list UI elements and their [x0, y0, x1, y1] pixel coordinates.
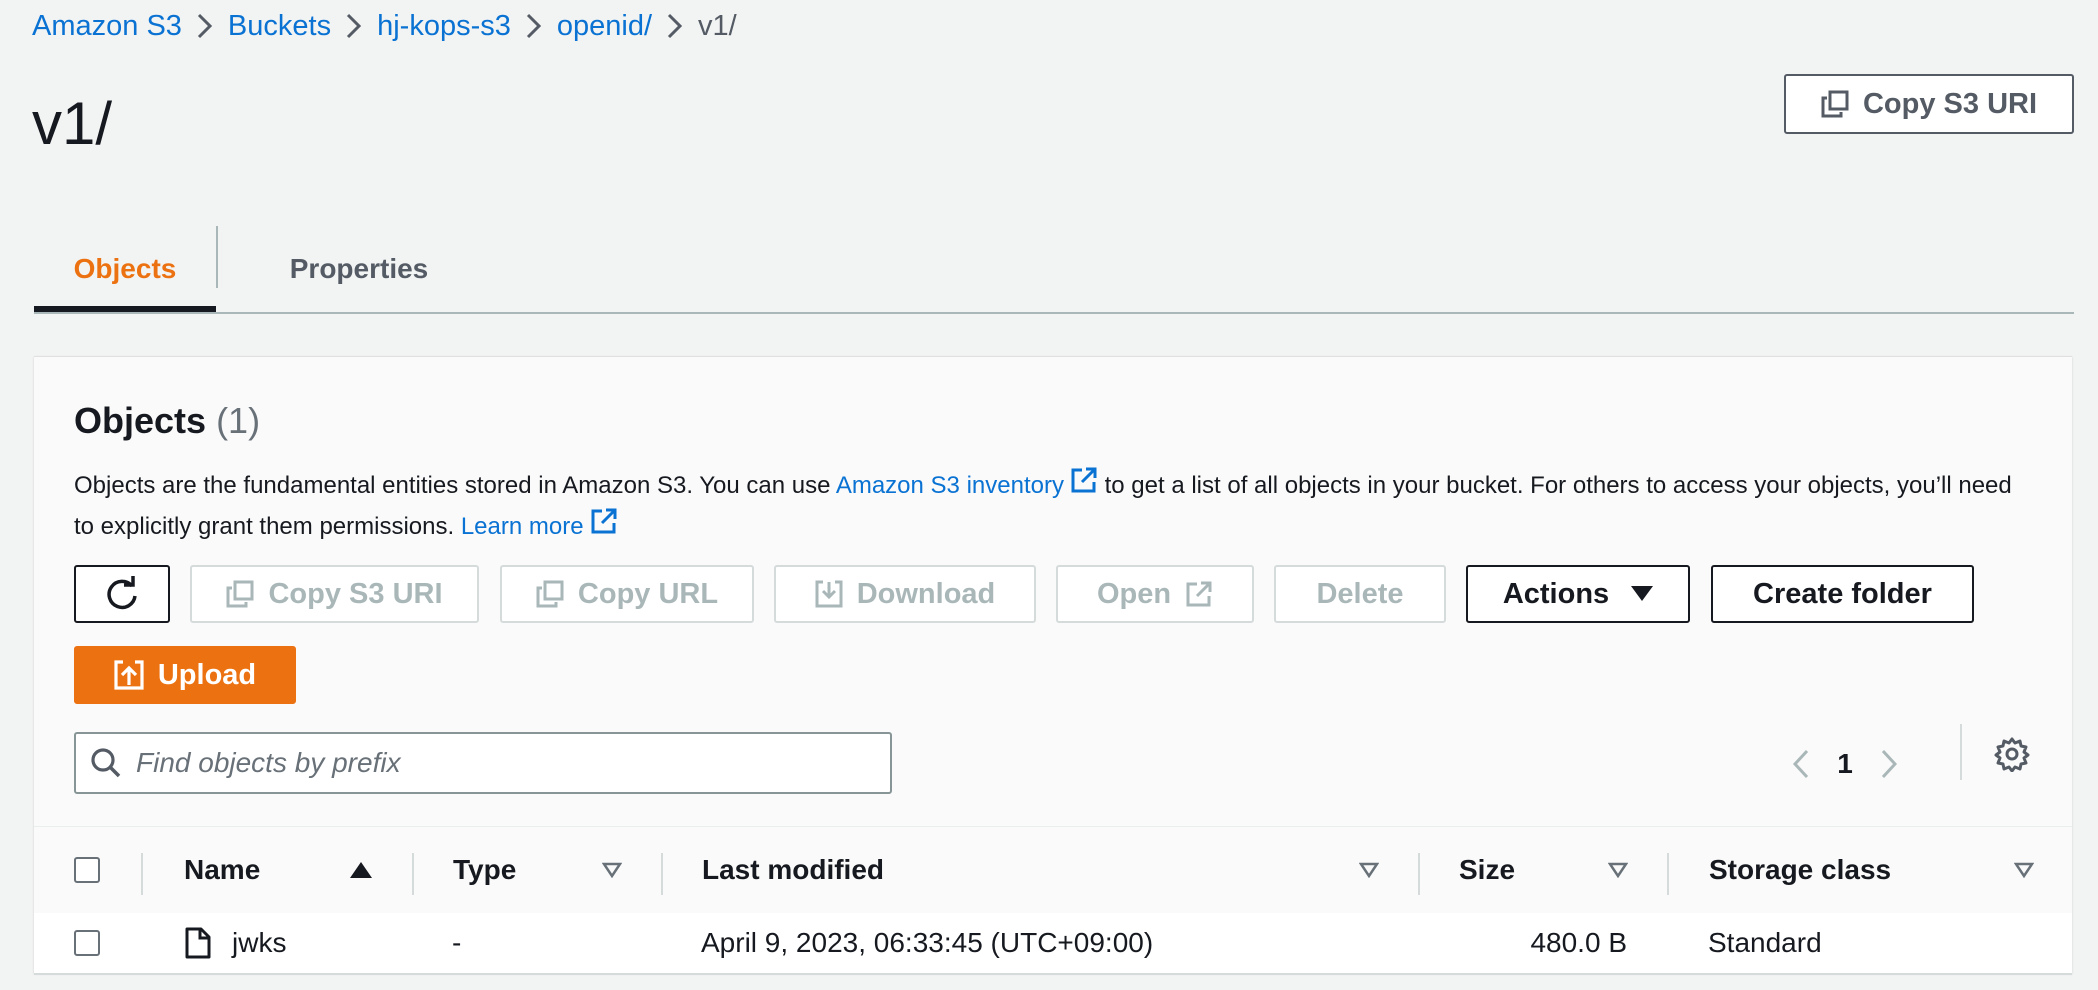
column-separator	[661, 853, 663, 895]
breadcrumb-bucket[interactable]: hj-kops-s3	[377, 10, 511, 43]
copy-icon	[226, 580, 254, 608]
column-separator	[412, 853, 414, 895]
search-box	[74, 732, 892, 794]
tab-properties[interactable]: Properties	[218, 226, 500, 312]
pagination: 1	[1786, 738, 1904, 790]
delete-button[interactable]: Delete	[1274, 565, 1446, 623]
upload-label: Upload	[157, 658, 257, 691]
sort-icon[interactable]	[1608, 827, 1628, 913]
column-header-size[interactable]: Size	[1459, 827, 1515, 913]
breadcrumb-buckets[interactable]: Buckets	[228, 10, 331, 43]
page-title: v1/	[32, 90, 113, 157]
create-folder-button[interactable]: Create folder	[1711, 565, 1974, 623]
caret-down-icon	[1631, 586, 1654, 601]
download-button[interactable]: Download	[774, 565, 1036, 623]
copy-url-button-label: Copy URL	[577, 577, 719, 610]
objects-heading: Objects (1)	[74, 400, 260, 442]
open-button[interactable]: Open	[1056, 565, 1254, 623]
upload-icon	[114, 660, 144, 690]
column-separator	[141, 853, 143, 895]
refresh-button[interactable]	[74, 565, 170, 623]
column-header-storage-class[interactable]: Storage class	[1709, 827, 1891, 913]
actions-dropdown[interactable]: Actions	[1466, 565, 1690, 623]
copy-s3-uri-button-label: Copy S3 URI	[268, 577, 443, 610]
open-button-label: Open	[1096, 577, 1172, 610]
download-button-label: Download	[856, 577, 996, 610]
inventory-link[interactable]: Amazon S3 inventory	[836, 472, 1064, 499]
download-icon	[815, 580, 843, 608]
objects-heading-text: Objects	[74, 400, 207, 441]
search-icon	[91, 748, 121, 778]
object-storage-class: Standard	[1708, 927, 1822, 958]
previous-page-icon[interactable]	[1786, 748, 1816, 780]
chevron-right-icon	[652, 6, 698, 46]
page-number-current[interactable]: 1	[1816, 748, 1874, 780]
sort-icon[interactable]	[602, 827, 622, 913]
search-input[interactable]	[134, 746, 878, 780]
breadcrumb-folder-openid[interactable]: openid/	[557, 10, 652, 43]
breadcrumb: Amazon S3 Buckets hj-kops-s3 openid/ v1/	[32, 6, 737, 46]
copy-url-button[interactable]: Copy URL	[500, 565, 754, 623]
row-checkbox[interactable]	[74, 930, 100, 956]
column-separator	[1418, 853, 1420, 895]
pager-divider	[1960, 724, 1962, 780]
sort-ascending-icon[interactable]	[350, 827, 372, 913]
delete-button-label: Delete	[1316, 577, 1404, 610]
settings-gear-icon[interactable]	[1994, 736, 2030, 773]
breadcrumb-amazon-s3[interactable]: Amazon S3	[32, 10, 182, 43]
external-link-icon[interactable]	[1070, 466, 1098, 507]
column-header-type[interactable]: Type	[453, 827, 516, 913]
upload-button[interactable]: Upload	[74, 646, 296, 704]
chevron-right-icon	[331, 6, 377, 46]
column-header-last-modified[interactable]: Last modified	[702, 827, 884, 913]
breadcrumb-current: v1/	[698, 9, 737, 42]
copy-icon	[536, 580, 564, 608]
object-type: -	[452, 927, 462, 958]
tab-objects[interactable]: Objects	[34, 226, 216, 312]
external-link-icon	[1186, 581, 1212, 607]
external-link-icon[interactable]	[590, 507, 618, 548]
copy-s3-uri-header-button[interactable]: Copy S3 URI	[1784, 74, 2074, 134]
chevron-right-icon	[182, 6, 228, 46]
copy-icon	[1821, 90, 1849, 118]
column-header-name[interactable]: Name	[184, 827, 260, 913]
objects-description: Objects are the fundamental entities sto…	[74, 466, 2034, 548]
table-header: Name Type Last modified Size Storage cla…	[34, 826, 2072, 914]
object-name-link[interactable]: jwks	[232, 913, 286, 973]
table-row: jwks - April 9, 2023, 06:33:45 (UTC+09:0…	[34, 913, 2072, 975]
file-icon	[184, 913, 212, 973]
sort-icon[interactable]	[2014, 827, 2034, 913]
active-tab-indicator	[34, 306, 216, 312]
actions-label: Actions	[1502, 577, 1610, 610]
object-last-modified: April 9, 2023, 06:33:45 (UTC+09:00)	[701, 927, 1154, 958]
object-size: 480.0 B	[1530, 927, 1627, 958]
chevron-right-icon	[511, 6, 557, 46]
copy-s3-uri-label: Copy S3 URI	[1862, 87, 2038, 120]
learn-more-link[interactable]: Learn more	[461, 513, 584, 540]
select-all-checkbox-cell	[74, 827, 100, 913]
copy-s3-uri-button[interactable]: Copy S3 URI	[190, 565, 479, 623]
description-text: Objects are the fundamental entities sto…	[74, 472, 836, 499]
sort-icon[interactable]	[1359, 827, 1379, 913]
row-checkbox-cell	[74, 913, 100, 973]
tabs: Objects Properties	[34, 226, 2074, 314]
column-separator	[1667, 853, 1669, 895]
refresh-icon	[107, 576, 137, 610]
create-folder-label: Create folder	[1753, 577, 1932, 610]
next-page-icon[interactable]	[1874, 748, 1904, 780]
select-all-checkbox[interactable]	[74, 857, 100, 883]
objects-count: (1)	[216, 400, 261, 441]
